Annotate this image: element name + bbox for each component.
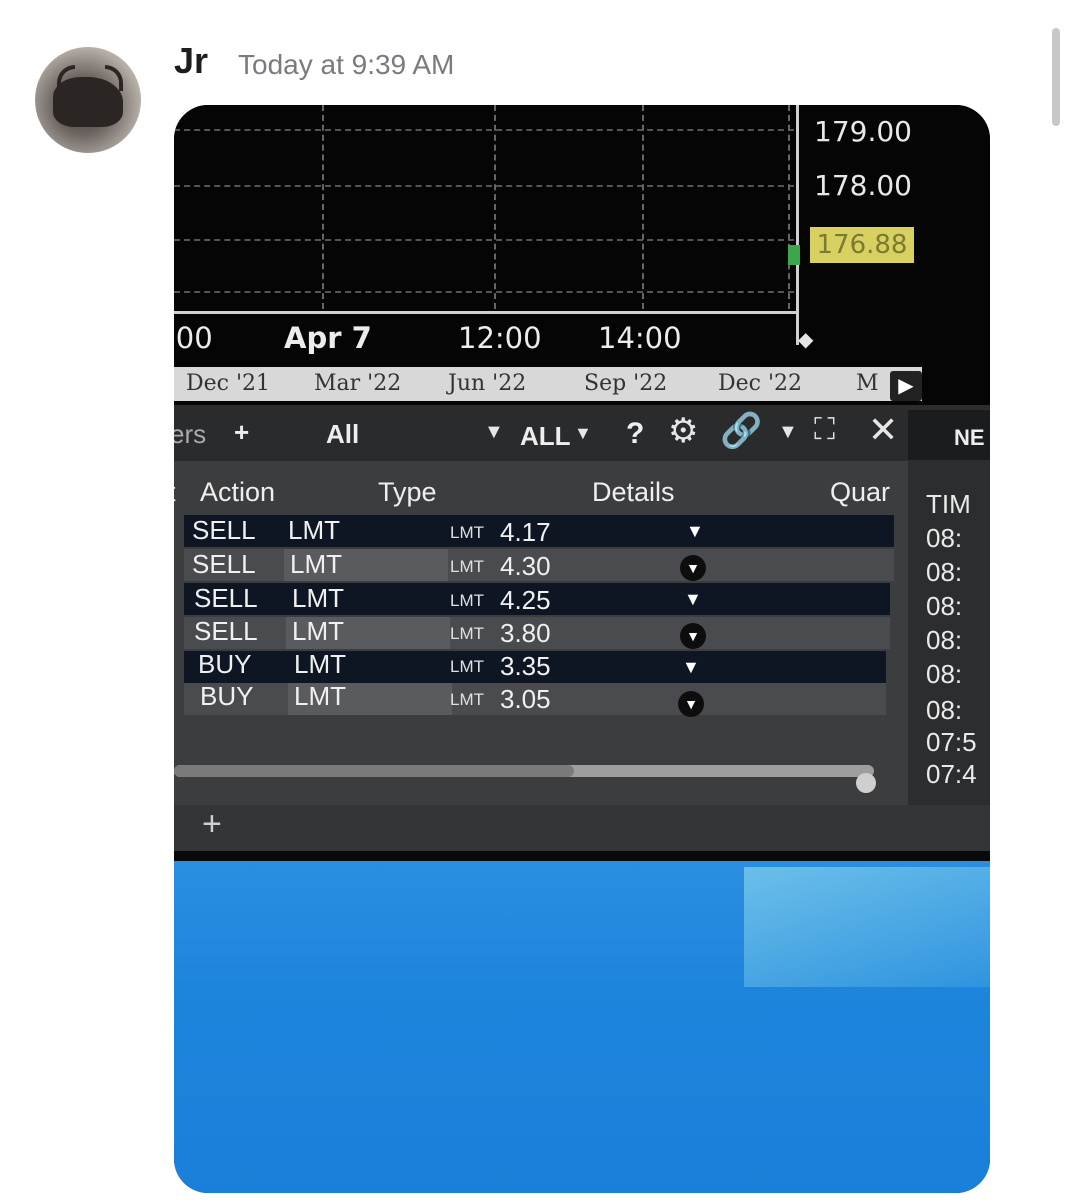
- tab-all[interactable]: All: [326, 419, 359, 450]
- column-header-action[interactable]: Action: [200, 477, 275, 508]
- close-icon[interactable]: ✕: [868, 409, 898, 451]
- range-label: Sep '22: [584, 371, 668, 396]
- order-action: SELL: [192, 515, 256, 545]
- order-action: SELL: [192, 549, 256, 579]
- gear-icon[interactable]: ⚙: [668, 411, 698, 451]
- chart-gridline: [174, 239, 794, 241]
- order-detail-price: 4.25: [500, 585, 551, 615]
- message-timestamp: Today at 9:39 AM: [238, 49, 455, 80]
- price-axis-line: [796, 105, 799, 345]
- time-axis-line: [174, 311, 798, 314]
- filter-dropdown[interactable]: ALL: [520, 421, 571, 452]
- news-time: 08:: [926, 591, 963, 621]
- avatar[interactable]: [35, 47, 141, 153]
- order-detail-type: LMT: [450, 523, 484, 542]
- range-label: Dec '22: [718, 371, 803, 396]
- order-detail-type: LMT: [450, 657, 484, 676]
- order-type: LMT: [290, 549, 342, 579]
- add-tab-button[interactable]: +: [234, 417, 249, 448]
- range-label: Jun '22: [448, 371, 527, 396]
- order-detail-price: 3.05: [500, 684, 551, 714]
- chart-gridline: [174, 185, 794, 187]
- news-time: 08:: [926, 659, 963, 689]
- news-time: 08:: [926, 523, 963, 553]
- chevron-down-icon[interactable]: ▼: [680, 555, 706, 581]
- news-time: 07:5: [926, 727, 977, 757]
- range-navigator[interactable]: [174, 367, 922, 401]
- column-header-details[interactable]: Details: [592, 477, 675, 508]
- news-column-header: TIM: [926, 489, 971, 519]
- chevron-down-icon[interactable]: ▼: [682, 657, 700, 678]
- price-tick: 178.00: [814, 169, 912, 202]
- orders-panel: ers + All ▼ ALL ▼ ? ⚙ 🔗 ▼ ⛶ ✕ t Action T…: [174, 405, 918, 807]
- wallpaper-light: [744, 867, 990, 987]
- chart-gridline: [494, 105, 496, 309]
- chart-gridline: [642, 105, 644, 309]
- news-time: 08:: [926, 625, 963, 655]
- chevron-down-icon[interactable]: ▼: [684, 589, 702, 610]
- bull-horn-right: [105, 65, 123, 91]
- order-action: SELL: [194, 616, 258, 646]
- order-detail-type: LMT: [450, 591, 484, 610]
- order-action: BUY: [198, 649, 252, 679]
- expand-icon[interactable]: ⛶: [814, 413, 835, 447]
- time-tick: 12:00: [458, 321, 542, 355]
- order-detail-type: LMT: [450, 557, 484, 576]
- chevron-down-icon[interactable]: ▼: [678, 691, 704, 717]
- order-detail-type: LMT: [450, 690, 484, 709]
- chevron-down-icon[interactable]: ▼: [778, 421, 798, 444]
- news-time: 07:4: [926, 759, 977, 789]
- layout-tab-bar: [174, 805, 990, 851]
- time-tick: 14:00: [598, 321, 682, 355]
- last-price-marker: [788, 245, 800, 265]
- order-action: SELL: [194, 583, 258, 613]
- chevron-down-icon[interactable]: ▼: [574, 423, 592, 444]
- order-type: LMT: [292, 616, 344, 646]
- order-action: BUY: [200, 681, 254, 711]
- order-detail-price: 4.17: [500, 517, 551, 547]
- order-type: LMT: [294, 681, 346, 711]
- bull-horn-left: [57, 65, 75, 91]
- time-tick: :00: [174, 321, 213, 355]
- order-type: LMT: [294, 649, 346, 679]
- order-type: LMT: [292, 583, 344, 613]
- chart-gridline: [788, 105, 790, 309]
- tab-orders[interactable]: ers: [174, 419, 206, 450]
- chart-gridline: [322, 105, 324, 309]
- column-header-quantity[interactable]: Quar: [830, 477, 890, 508]
- range-label: M: [856, 371, 879, 396]
- chart-gridline: [174, 129, 794, 131]
- order-detail-price: 3.80: [500, 618, 551, 648]
- order-detail-price: 3.35: [500, 651, 551, 681]
- attached-photo[interactable]: 179.00 178.00 176.88 :00 Apr 7 12:00 14:…: [174, 105, 990, 1193]
- order-type: LMT: [288, 515, 340, 545]
- order-detail-price: 4.30: [500, 551, 551, 581]
- chevron-down-icon[interactable]: ▼: [686, 521, 704, 542]
- last-price-label: 176.88: [810, 227, 914, 263]
- news-tab[interactable]: NE: [954, 425, 985, 451]
- chevron-down-icon[interactable]: ▼: [680, 623, 706, 649]
- news-time: 08:: [926, 695, 963, 725]
- chevron-down-icon[interactable]: ▼: [484, 421, 504, 444]
- news-time: 08:: [926, 557, 963, 587]
- scroll-right-button[interactable]: [856, 773, 876, 793]
- help-button[interactable]: ?: [626, 417, 644, 451]
- range-label: Mar '22: [314, 371, 402, 396]
- horizontal-scrollbar-thumb[interactable]: [174, 765, 574, 777]
- range-forward-button[interactable]: ▶: [890, 371, 922, 401]
- price-tick: 179.00: [814, 115, 912, 148]
- scroll-right-icon[interactable]: ◆: [798, 327, 813, 352]
- scrollbar[interactable]: [1052, 28, 1060, 126]
- range-label: Dec '21: [186, 371, 271, 396]
- order-detail-type: LMT: [450, 624, 484, 643]
- add-layout-button[interactable]: +: [202, 805, 222, 844]
- username[interactable]: Jr: [174, 40, 208, 82]
- chart-gridline: [174, 291, 794, 293]
- column-header-type[interactable]: Type: [378, 477, 437, 508]
- column-header-partial: t: [174, 477, 176, 508]
- link-icon[interactable]: 🔗: [720, 411, 762, 451]
- time-tick: Apr 7: [284, 321, 372, 355]
